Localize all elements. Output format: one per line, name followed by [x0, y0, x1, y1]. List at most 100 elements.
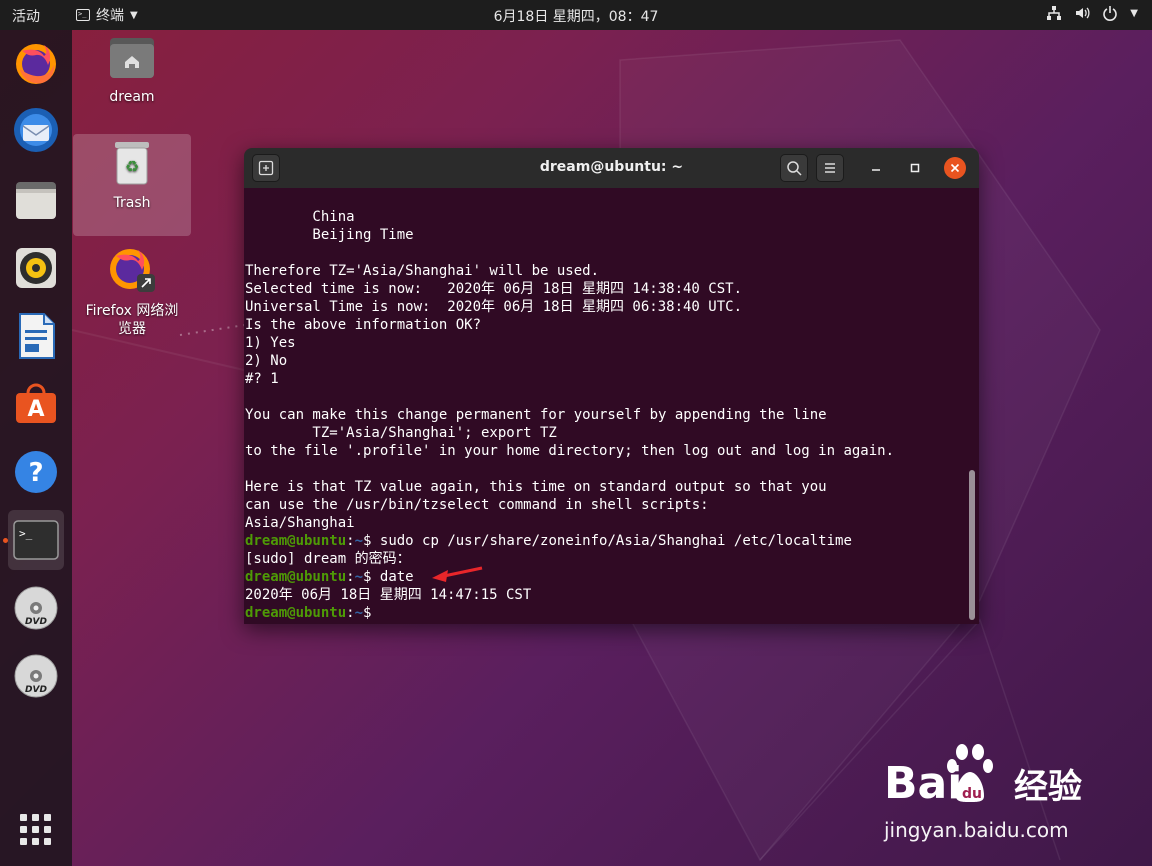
prompt-path: ~ [354, 533, 364, 549]
trash-icon: ♻ [115, 142, 149, 185]
dock-item-thunderbird[interactable] [8, 100, 64, 160]
prompt-user: dream@ubuntu [245, 569, 347, 585]
command-text: sudo cp /usr/share/zoneinfo/Asia/Shangha… [379, 533, 852, 549]
svg-text:DVD: DVD [25, 685, 47, 695]
dvd-icon: DVD [14, 586, 58, 630]
watermark-url: jingyan.baidu.com [884, 818, 1069, 842]
terminal-header-bar[interactable]: dream@ubuntu: ~ [244, 148, 979, 188]
menu-button[interactable] [816, 154, 844, 182]
terminal-line: to the file '.profile' in your home dire… [245, 443, 895, 459]
terminal-line: Is the above information OK? [245, 317, 482, 333]
prompt-separator: : [346, 533, 355, 549]
new-tab-icon [258, 160, 274, 176]
firefox-shortcut-icon [110, 249, 155, 292]
system-tray[interactable]: ▼ [1046, 5, 1138, 21]
terminal-small-icon: >_ [76, 9, 90, 21]
desktop-icon-firefox[interactable]: Firefox 网络浏 览器 [73, 244, 191, 338]
prompt-symbol: $ [363, 605, 380, 621]
chevron-down-icon: ▼ [130, 9, 138, 21]
prompt-user: dream@ubuntu [245, 533, 347, 549]
dock-item-files[interactable] [8, 170, 64, 230]
activities-button[interactable]: 活动 [12, 6, 40, 26]
svg-text:>_: >_ [19, 527, 33, 540]
new-tab-button[interactable] [252, 154, 280, 182]
prompt-line: dream@ubuntu:~$ sudo cp /usr/share/zonei… [245, 532, 979, 550]
terminal-line: Universal Time is now: 2020年 06月 18日 星期四… [245, 299, 743, 315]
terminal-output[interactable]: China Beijing Time Therefore TZ='Asia/Sha… [244, 188, 979, 624]
app-grid-dot [44, 826, 51, 833]
sudo-password-prompt: [sudo] dream 的密码： [245, 551, 411, 567]
terminal-line: 1) Yes [245, 335, 296, 351]
prompt-path: ~ [354, 605, 364, 621]
command-text: date [379, 569, 414, 585]
dock-item-software[interactable]: A [8, 374, 64, 434]
thunderbird-icon [14, 108, 58, 152]
search-icon [787, 161, 802, 176]
app-grid-dot [32, 826, 39, 833]
desktop-icon-label: Firefox 网络浏 览器 [73, 302, 191, 338]
prompt-separator: : [346, 569, 355, 585]
dock-item-firefox[interactable] [8, 33, 64, 93]
prompt-path: ~ [354, 569, 364, 585]
terminal-line: China [245, 209, 355, 225]
terminal-line: Beijing Time [245, 227, 414, 243]
firefox-icon [16, 44, 56, 84]
desktop-icon-label: dream [109, 89, 155, 105]
terminal-line: TZ='Asia/Shanghai'; export TZ [245, 425, 557, 441]
maximize-button[interactable] [904, 157, 926, 179]
search-button[interactable] [780, 154, 808, 182]
clock: 6月18日 星期四，08：47 [0, 6, 1152, 26]
dock-item-dvd-1[interactable]: DVD [8, 578, 64, 638]
libreoffice-writer-icon [19, 313, 55, 359]
show-applications-button[interactable] [18, 812, 54, 848]
terminal-line: Asia/Shanghai [245, 515, 355, 531]
dock-item-dvd-2[interactable]: DVD [8, 646, 64, 706]
terminal-line: can use the /usr/bin/tzselect command in… [245, 497, 709, 513]
desktop-icon-label-line1: Firefox 网络浏 [85, 303, 179, 319]
dock-item-writer[interactable] [8, 306, 64, 366]
minimize-button[interactable] [865, 157, 887, 179]
prompt-symbol: $ [363, 533, 380, 549]
help-icon: ? [15, 451, 57, 493]
rhythmbox-icon [16, 248, 56, 288]
terminal-line: Selected time is now: 2020年 06月 18日 星期四 … [245, 281, 743, 297]
dock-item-rhythmbox[interactable] [8, 238, 64, 298]
terminal-line: Therefore TZ='Asia/Shanghai' will be use… [245, 263, 600, 279]
svg-text:A: A [27, 397, 44, 422]
app-menu[interactable]: >_ 终端 ▼ [76, 5, 138, 25]
app-grid-dot [32, 838, 39, 845]
desktop-icon-home[interactable]: dream [73, 36, 191, 106]
top-bar: 活动 >_ 终端 ▼ 6月18日 星期四，08：47 ▼ [0, 0, 1152, 30]
svg-text:♻: ♻ [125, 157, 139, 176]
power-icon [1103, 6, 1118, 21]
dock-item-help[interactable]: ? [8, 442, 64, 502]
software-center-icon: A [16, 383, 56, 423]
prompt-line: dream@ubuntu:~$ date [245, 568, 979, 586]
dock: A ? >_ DVD DVD [0, 30, 72, 866]
svg-text:DVD: DVD [25, 617, 47, 627]
app-grid-dot [44, 814, 51, 821]
clock-label[interactable]: 6月18日 星期四，08：47 [494, 9, 659, 25]
terminal-icon: >_ [13, 520, 59, 560]
annotation-arrow-icon [432, 566, 483, 582]
prompt-separator: : [346, 605, 355, 621]
close-button[interactable] [944, 157, 966, 179]
terminal-line: You can make this change permanent for y… [245, 407, 827, 423]
dock-item-terminal[interactable]: >_ [8, 510, 64, 570]
app-grid-dot [20, 814, 27, 821]
date-output: 2020年 06月 18日 星期四 14:47:15 CST [245, 587, 532, 603]
prompt-user: dream@ubuntu [245, 605, 347, 621]
prompt-line: dream@ubuntu:~$ [245, 604, 979, 622]
terminal-window[interactable]: dream@ubuntu: ~ China Beijing Time Theref… [244, 148, 979, 624]
svg-text:经验: 经验 [1014, 767, 1082, 807]
close-icon [950, 163, 960, 173]
maximize-icon [910, 163, 920, 173]
terminal-scrollbar[interactable] [969, 470, 975, 620]
volume-icon [1076, 7, 1090, 19]
desktop-icon-trash[interactable]: ♻ Trash [73, 134, 191, 236]
app-menu-label: 终端 [96, 8, 124, 24]
app-grid-dot [32, 814, 39, 821]
